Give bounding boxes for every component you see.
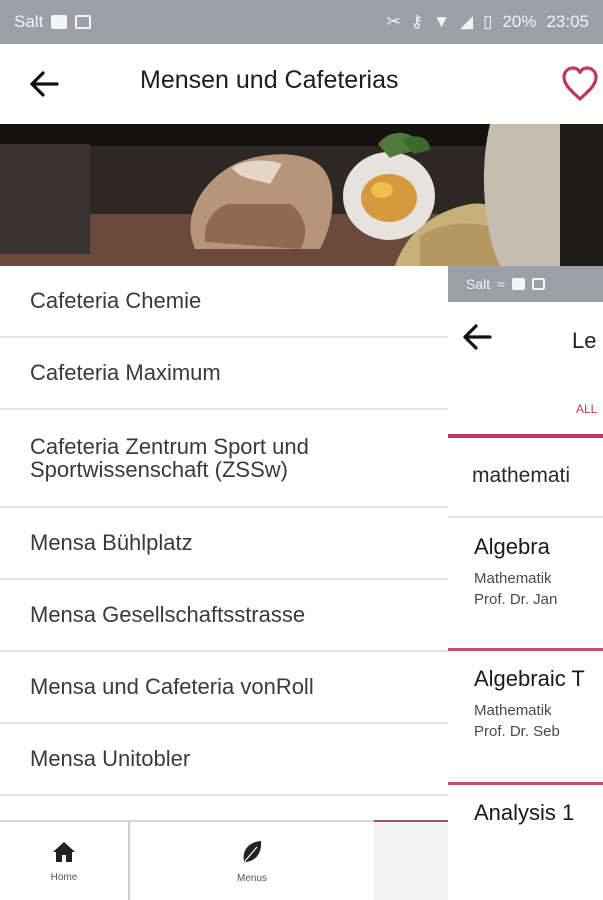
carrier-name: Salt bbox=[14, 12, 44, 31]
signal-icon: ◢ bbox=[459, 12, 474, 31]
secondary-screen: Salt ≈ Le ALL mathemati Algebra Mathemat… bbox=[448, 266, 603, 900]
back-button[interactable] bbox=[462, 324, 492, 355]
bottom-navigation: Home Menus bbox=[0, 820, 448, 900]
scissors-icon: ✂ bbox=[386, 12, 401, 31]
battery-icon: ▯ bbox=[483, 12, 493, 31]
list-item-label: Cafeteria Chemie bbox=[30, 288, 202, 313]
tab-more[interactable] bbox=[374, 822, 448, 900]
image-icon bbox=[51, 15, 68, 29]
search-query[interactable]: mathemati bbox=[472, 464, 570, 488]
course-title: Analysis 1 bbox=[474, 800, 575, 825]
course-item[interactable]: Analysis 1 bbox=[448, 800, 603, 826]
back-button[interactable] bbox=[20, 60, 68, 108]
status-bar: Salt ≈ bbox=[448, 266, 603, 302]
key-icon: ⚷ bbox=[410, 12, 424, 31]
tab-home-label: Home bbox=[50, 871, 78, 883]
divider bbox=[448, 782, 603, 785]
app-bar: Le bbox=[448, 302, 603, 382]
course-professor: Prof. Dr. Jan bbox=[474, 591, 558, 608]
clock: 23:05 bbox=[546, 12, 589, 31]
tab-menus-label: Menus bbox=[236, 872, 267, 884]
tab-all-label: ALL bbox=[576, 402, 598, 416]
tab-home[interactable]: Home bbox=[0, 822, 130, 900]
course-department: Mathematik bbox=[474, 570, 552, 587]
course-professor: Prof. Dr. Seb bbox=[474, 723, 560, 740]
food-photo bbox=[0, 124, 603, 266]
wifi-icon: ▼ bbox=[433, 12, 450, 31]
wifi-icon: ≈ bbox=[497, 276, 505, 292]
tab-menus[interactable]: Menus bbox=[130, 822, 374, 900]
list-item-label: Mensa Gesellschaftsstrasse bbox=[30, 602, 306, 627]
list-item-label: Cafeteria Zentrum Sport und Sportwissens… bbox=[30, 433, 309, 482]
course-title: Algebraic T bbox=[474, 666, 585, 691]
course-title: Algebra bbox=[474, 534, 550, 559]
status-bar: Salt ✂ ⚷ ▼ ◢ ▯ 20% 23:05 bbox=[0, 0, 603, 44]
arrow-left-icon bbox=[30, 71, 59, 97]
tab-all[interactable]: ALL bbox=[448, 382, 603, 438]
arrow-left-icon bbox=[463, 324, 492, 350]
carrier-name: Salt bbox=[466, 276, 491, 292]
list-item-label: Mensa und Cafeteria vonRoll bbox=[30, 674, 314, 699]
heart-favorite-icon[interactable] bbox=[560, 64, 600, 104]
leaf-icon bbox=[243, 840, 262, 862]
divider bbox=[448, 648, 603, 651]
home-icon bbox=[53, 841, 75, 862]
course-department: Mathematik bbox=[474, 702, 552, 719]
app-bar: Mensen und Cafeterias bbox=[0, 44, 603, 124]
banner-image bbox=[0, 124, 603, 266]
list-item-label: Cafeteria Maximum bbox=[30, 360, 221, 385]
list-item-label: Mensa Unitobler bbox=[30, 746, 191, 771]
notification-icon bbox=[75, 15, 92, 29]
page-title: Mensen und Cafeterias bbox=[140, 66, 399, 94]
image-icon bbox=[511, 278, 525, 290]
divider bbox=[448, 516, 603, 518]
course-item[interactable]: Algebraic T Mathematik Prof. Dr. Seb bbox=[448, 666, 603, 740]
list-item-label: Mensa Bühlplatz bbox=[30, 530, 193, 555]
notification-icon bbox=[531, 278, 545, 290]
page-title: Le bbox=[572, 328, 597, 353]
battery-percent: 20% bbox=[502, 12, 537, 31]
course-item[interactable]: Algebra Mathematik Prof. Dr. Jan bbox=[448, 534, 603, 608]
